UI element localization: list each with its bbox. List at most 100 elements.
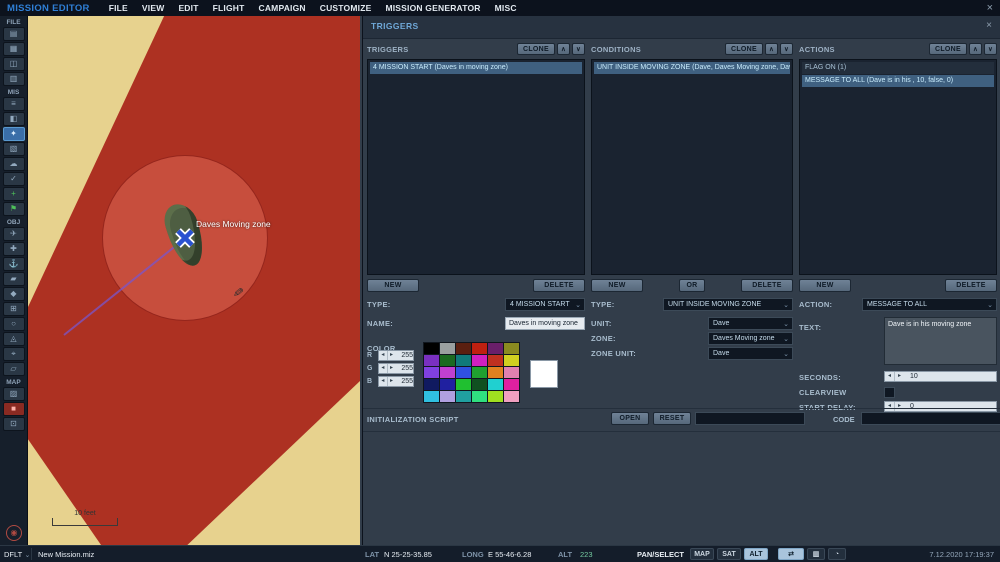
move-action-down-button[interactable]: ∨: [984, 43, 997, 55]
palette-color[interactable]: [472, 391, 487, 402]
menu-item-customize[interactable]: CUSTOMIZE: [313, 3, 379, 13]
delete-action-button[interactable]: DELETE: [945, 279, 997, 292]
palette-color[interactable]: [504, 355, 519, 366]
palette-color[interactable]: [456, 367, 471, 378]
move-trigger-up-button[interactable]: ∧: [557, 43, 570, 55]
palette-color[interactable]: [488, 343, 503, 354]
palette-color[interactable]: [456, 343, 471, 354]
new-mission-icon[interactable]: ▤: [2, 27, 25, 41]
helicopter-icon[interactable]: ✚: [2, 242, 25, 256]
triggers-list[interactable]: 4 MISSION START (Daves in moving zone): [367, 59, 585, 275]
map-options-icon[interactable]: ⊡: [2, 417, 25, 431]
delete-trigger-button[interactable]: DELETE: [533, 279, 585, 292]
save-as-icon[interactable]: ▥: [2, 72, 25, 86]
clone-trigger-button[interactable]: CLONE: [517, 43, 555, 55]
palette-color[interactable]: [424, 355, 439, 366]
panel-close-icon[interactable]: ×: [986, 20, 992, 31]
palette-color[interactable]: [440, 379, 455, 390]
palette-color[interactable]: [504, 343, 519, 354]
increment-icon[interactable]: ▸: [388, 351, 396, 360]
unit-marker[interactable]: [174, 227, 196, 249]
reset-script-button[interactable]: RESET: [653, 412, 691, 425]
blue-stepper[interactable]: ◂ ▸ 255: [378, 376, 414, 387]
weather-icon[interactable]: ☁: [2, 157, 25, 171]
increment-icon[interactable]: ▸: [388, 377, 396, 386]
label-tool-icon[interactable]: ▱: [2, 362, 25, 376]
or-condition-button[interactable]: OR: [679, 279, 705, 292]
palette-color[interactable]: [472, 367, 487, 378]
menu-item-misc[interactable]: MISC: [488, 3, 524, 13]
goals-icon[interactable]: ✓: [2, 172, 25, 186]
increment-icon[interactable]: ▸: [895, 372, 904, 381]
mission-options-icon[interactable]: ◧: [2, 112, 25, 126]
trigger-name-input[interactable]: Daves in moving zone: [505, 317, 585, 330]
triggers-icon[interactable]: ✦: [2, 127, 25, 141]
palette-color[interactable]: [424, 343, 439, 354]
profile-dropdown[interactable]: DFLT ⌄: [4, 550, 30, 559]
palette-color[interactable]: [440, 391, 455, 402]
briefing-icon[interactable]: ≡: [2, 97, 25, 111]
ship-icon[interactable]: ⚓: [2, 257, 25, 271]
start-delay-stepper[interactable]: ◂ ▸ 0: [884, 401, 997, 412]
palette-color[interactable]: [440, 343, 455, 354]
layers-button[interactable]: ▥: [807, 548, 825, 560]
static-object-icon[interactable]: ◆: [2, 287, 25, 301]
seconds-stepper[interactable]: ◂ ▸ 10: [884, 371, 997, 382]
save-mission-icon[interactable]: ◫: [2, 57, 25, 71]
trigger-list-item[interactable]: 4 MISSION START (Daves in moving zone): [370, 62, 582, 74]
menu-item-mission-generator[interactable]: MISSION GENERATOR: [378, 3, 487, 13]
triggers-panel-titlebar[interactable]: TRIGGERS ×: [363, 16, 1000, 39]
increment-icon[interactable]: ▸: [895, 402, 904, 411]
airplane-icon[interactable]: ✈: [2, 227, 25, 241]
decrement-icon[interactable]: ◂: [379, 351, 388, 360]
palette-color[interactable]: [440, 355, 455, 366]
script-file-input[interactable]: [695, 412, 805, 425]
exit-icon[interactable]: ◉: [6, 525, 22, 541]
move-condition-down-button[interactable]: ∨: [780, 43, 793, 55]
palette-color[interactable]: [424, 391, 439, 402]
actions-list[interactable]: FLAG ON (1) MESSAGE TO ALL (Dave is in h…: [799, 59, 997, 275]
map-layers-icon[interactable]: ▨: [2, 387, 25, 401]
zone-icon[interactable]: ○: [2, 317, 25, 331]
waypoint-icon[interactable]: ◬: [2, 332, 25, 346]
palette-color[interactable]: [456, 391, 471, 402]
palette-color[interactable]: [504, 367, 519, 378]
flag-icon[interactable]: ⚑: [2, 202, 25, 216]
palette-color[interactable]: [424, 379, 439, 390]
action-list-item[interactable]: FLAG ON (1): [802, 62, 994, 74]
vehicle-icon[interactable]: ▰: [2, 272, 25, 286]
menu-item-file[interactable]: FILE: [102, 3, 135, 13]
condition-list-item[interactable]: UNIT INSIDE MOVING ZONE (Dave, Daves Mov…: [594, 62, 790, 74]
decrement-icon[interactable]: ◂: [379, 377, 388, 386]
new-action-button[interactable]: NEW: [799, 279, 851, 292]
open-script-button[interactable]: OPEN: [611, 412, 649, 425]
palette-color[interactable]: [456, 379, 471, 390]
move-action-up-button[interactable]: ∧: [969, 43, 982, 55]
menu-item-view[interactable]: VIEW: [135, 3, 172, 13]
palette-color[interactable]: [488, 367, 503, 378]
palette-color[interactable]: [488, 379, 503, 390]
sat-view-button[interactable]: SAT: [717, 548, 741, 560]
clearview-checkbox[interactable]: [884, 387, 895, 398]
palette-color[interactable]: [456, 355, 471, 366]
time-button[interactable]: ◔: [828, 548, 846, 560]
unit-dropdown[interactable]: Dave ⌄: [708, 317, 793, 330]
palette-color[interactable]: [424, 367, 439, 378]
clone-action-button[interactable]: CLONE: [929, 43, 967, 55]
palette-color[interactable]: [488, 391, 503, 402]
palette-color[interactable]: [504, 391, 519, 402]
menu-item-campaign[interactable]: CAMPAIGN: [252, 3, 313, 13]
template-icon[interactable]: ⊞: [2, 302, 25, 316]
open-mission-icon[interactable]: ▦: [2, 42, 25, 56]
menu-item-edit[interactable]: EDIT: [171, 3, 205, 13]
palette-color[interactable]: [488, 355, 503, 366]
palette-color[interactable]: [440, 367, 455, 378]
map-view-button[interactable]: MAP: [690, 548, 714, 560]
record-icon[interactable]: ■: [2, 402, 25, 416]
rules-icon[interactable]: ▧: [2, 142, 25, 156]
action-type-dropdown[interactable]: MESSAGE TO ALL ⌄: [862, 298, 997, 311]
message-text-input[interactable]: Dave is in his moving zone: [884, 317, 997, 365]
palette-color[interactable]: [472, 343, 487, 354]
new-trigger-button[interactable]: NEW: [367, 279, 419, 292]
measure-distance-button[interactable]: ⇄: [778, 548, 804, 560]
